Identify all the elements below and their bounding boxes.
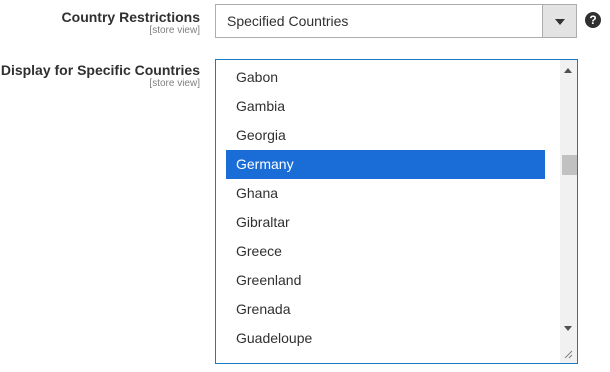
country-option[interactable]: Gambia — [226, 92, 545, 121]
chevron-down-icon[interactable] — [542, 5, 576, 37]
specific-countries-scope: [store view] — [149, 78, 200, 89]
country-option[interactable]: Germany — [226, 150, 545, 179]
list-scrollbar[interactable] — [560, 60, 577, 363]
country-option[interactable]: Ghana — [226, 179, 545, 208]
country-option[interactable]: Guadeloupe — [226, 324, 545, 353]
country-option[interactable]: Georgia — [226, 121, 545, 150]
help-icon[interactable]: ? — [585, 12, 601, 28]
country-option[interactable]: Grenada — [226, 295, 545, 324]
country-restrictions-scope: [store view] — [149, 25, 200, 36]
scroll-down-arrow-icon[interactable] — [564, 326, 572, 331]
country-option[interactable]: Greenland — [226, 266, 545, 295]
country-restrictions-label: Country Restrictions — [61, 9, 200, 25]
country-option[interactable]: Greece — [226, 237, 545, 266]
specific-countries-multiselect[interactable]: Gabon Gambia Georgia Germany Ghana Gibraltar G… — [215, 59, 578, 364]
scroll-up-arrow-icon[interactable] — [564, 68, 572, 73]
country-option[interactable]: Gibraltar — [226, 208, 545, 237]
country-option[interactable]: Gabon — [226, 63, 545, 92]
specific-countries-label: Display for Specific Countries — [0, 62, 200, 78]
scroll-thumb[interactable] — [562, 155, 577, 175]
country-restrictions-value: Specified Countries — [227, 13, 349, 29]
resize-handle-icon[interactable] — [563, 349, 573, 359]
country-restrictions-select[interactable]: Specified Countries — [215, 4, 577, 38]
